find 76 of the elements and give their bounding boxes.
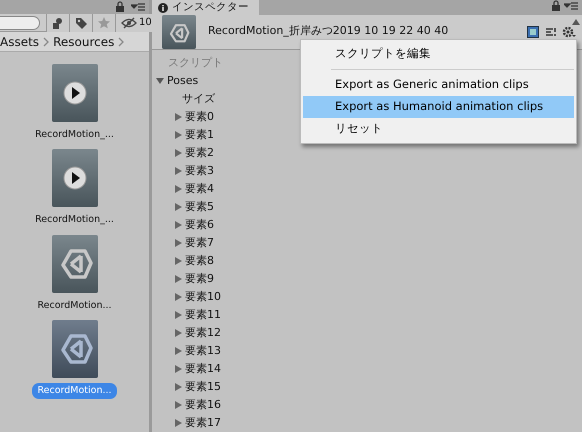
tag-icon — [75, 16, 87, 28]
tree-node[interactable]: 要素9 — [156, 270, 214, 288]
expand-arrow-icon[interactable] — [174, 293, 182, 301]
search-field[interactable] — [0, 16, 40, 30]
menu-item[interactable]: Export as Humanoid animation clips — [303, 96, 574, 118]
tree-node[interactable]: 要素2 — [156, 144, 214, 162]
menu-item[interactable]: リセット — [303, 118, 574, 140]
expand-arrow-icon[interactable] — [174, 239, 182, 247]
expand-arrow-icon[interactable] — [174, 185, 182, 193]
expand-arrow-icon[interactable] — [174, 149, 182, 157]
eye-slash-icon — [121, 16, 137, 28]
tree-node[interactable]: 要素6 — [156, 216, 214, 234]
tree-node[interactable]: 要素12 — [156, 324, 221, 342]
scroll-up-icon[interactable] — [572, 18, 580, 26]
filter-by-label-button[interactable] — [69, 14, 92, 32]
expand-arrow-icon[interactable] — [156, 77, 164, 85]
expand-arrow-icon[interactable] — [174, 311, 182, 319]
asset-name[interactable]: RecordMotion... — [32, 298, 117, 314]
asset-name[interactable]: RecordMotion_... — [30, 127, 119, 144]
tree-node[interactable]: 要素1 — [156, 126, 214, 144]
asset-thumbnail[interactable] — [52, 234, 98, 292]
expand-arrow-icon[interactable] — [174, 347, 182, 355]
tree-node[interactable]: 要素17 — [156, 414, 221, 432]
tree-node[interactable]: 要素13 — [156, 342, 221, 360]
tree-node[interactable]: 要素7 — [156, 234, 214, 252]
asset-name[interactable]: RecordMotion... — [32, 382, 117, 399]
tree-node[interactable]: 要素0 — [156, 108, 214, 126]
expand-arrow-icon[interactable] — [174, 329, 182, 337]
lock-icon[interactable] — [551, 0, 562, 12]
shapes-icon — [52, 16, 64, 28]
chevron-icon — [118, 36, 124, 46]
animation-clip-thumbnail[interactable] — [52, 64, 98, 122]
expand-arrow-icon[interactable] — [174, 131, 182, 139]
play-icon — [62, 166, 86, 190]
breadcrumb-item[interactable]: Assets — [0, 32, 40, 50]
expand-arrow-icon[interactable] — [174, 203, 182, 211]
expand-arrow-icon[interactable] — [174, 257, 182, 265]
expand-arrow-icon[interactable] — [174, 383, 182, 391]
tree-node[interactable]: 要素4 — [156, 180, 214, 198]
expand-arrow-icon[interactable] — [174, 275, 182, 283]
menu-item[interactable]: スクリプトを編集 — [303, 43, 574, 65]
breadcrumb-item[interactable]: Resources — [53, 32, 114, 50]
chevron-icon — [43, 36, 50, 46]
tree-node[interactable]: 要素3 — [156, 162, 214, 180]
tree-node[interactable]: 要素14 — [156, 360, 221, 378]
star-icon — [98, 16, 110, 28]
filter-by-type-button[interactable] — [46, 14, 69, 32]
expand-arrow-icon[interactable] — [174, 167, 182, 175]
info-icon — [158, 2, 168, 12]
expand-arrow-icon[interactable] — [174, 419, 182, 427]
expand-arrow-icon[interactable] — [174, 221, 182, 229]
sliders-icon[interactable] — [544, 26, 556, 38]
expand-arrow-icon[interactable] — [174, 401, 182, 409]
size-label: サイズ — [181, 91, 215, 107]
script-label: スクリプト — [167, 55, 223, 71]
tree-node[interactable]: 要素8 — [156, 252, 214, 270]
tree-node[interactable]: 要素11 — [156, 306, 221, 324]
asset-thumbnail[interactable] — [52, 320, 98, 378]
expand-arrow-icon[interactable] — [174, 365, 182, 373]
gear-icon[interactable] — [562, 26, 576, 38]
lock-icon[interactable] — [115, 1, 125, 13]
hidden-count: 10 — [139, 16, 152, 30]
tree-node[interactable]: Poses — [156, 72, 198, 90]
expand-arrow-icon[interactable] — [174, 113, 182, 121]
asset-name[interactable]: RecordMotion_... — [30, 212, 119, 228]
play-icon — [62, 81, 86, 105]
tree-node[interactable]: 要素15 — [156, 378, 221, 396]
menu-icon[interactable] — [131, 2, 145, 12]
tree-node[interactable]: 要素16 — [156, 396, 221, 414]
animation-clip-thumbnail[interactable] — [52, 149, 98, 208]
tree-node[interactable]: 要素10 — [156, 288, 221, 306]
menu-icon[interactable] — [564, 1, 578, 12]
object-title: RecordMotion_折岸みつ2019 10 19 22 40 40 — [208, 23, 450, 39]
tree-node[interactable]: 要素5 — [156, 198, 214, 216]
inspector-tab[interactable]: インスペクター — [152, 0, 259, 15]
menu-item[interactable]: Export as Generic animation clips — [303, 74, 574, 96]
